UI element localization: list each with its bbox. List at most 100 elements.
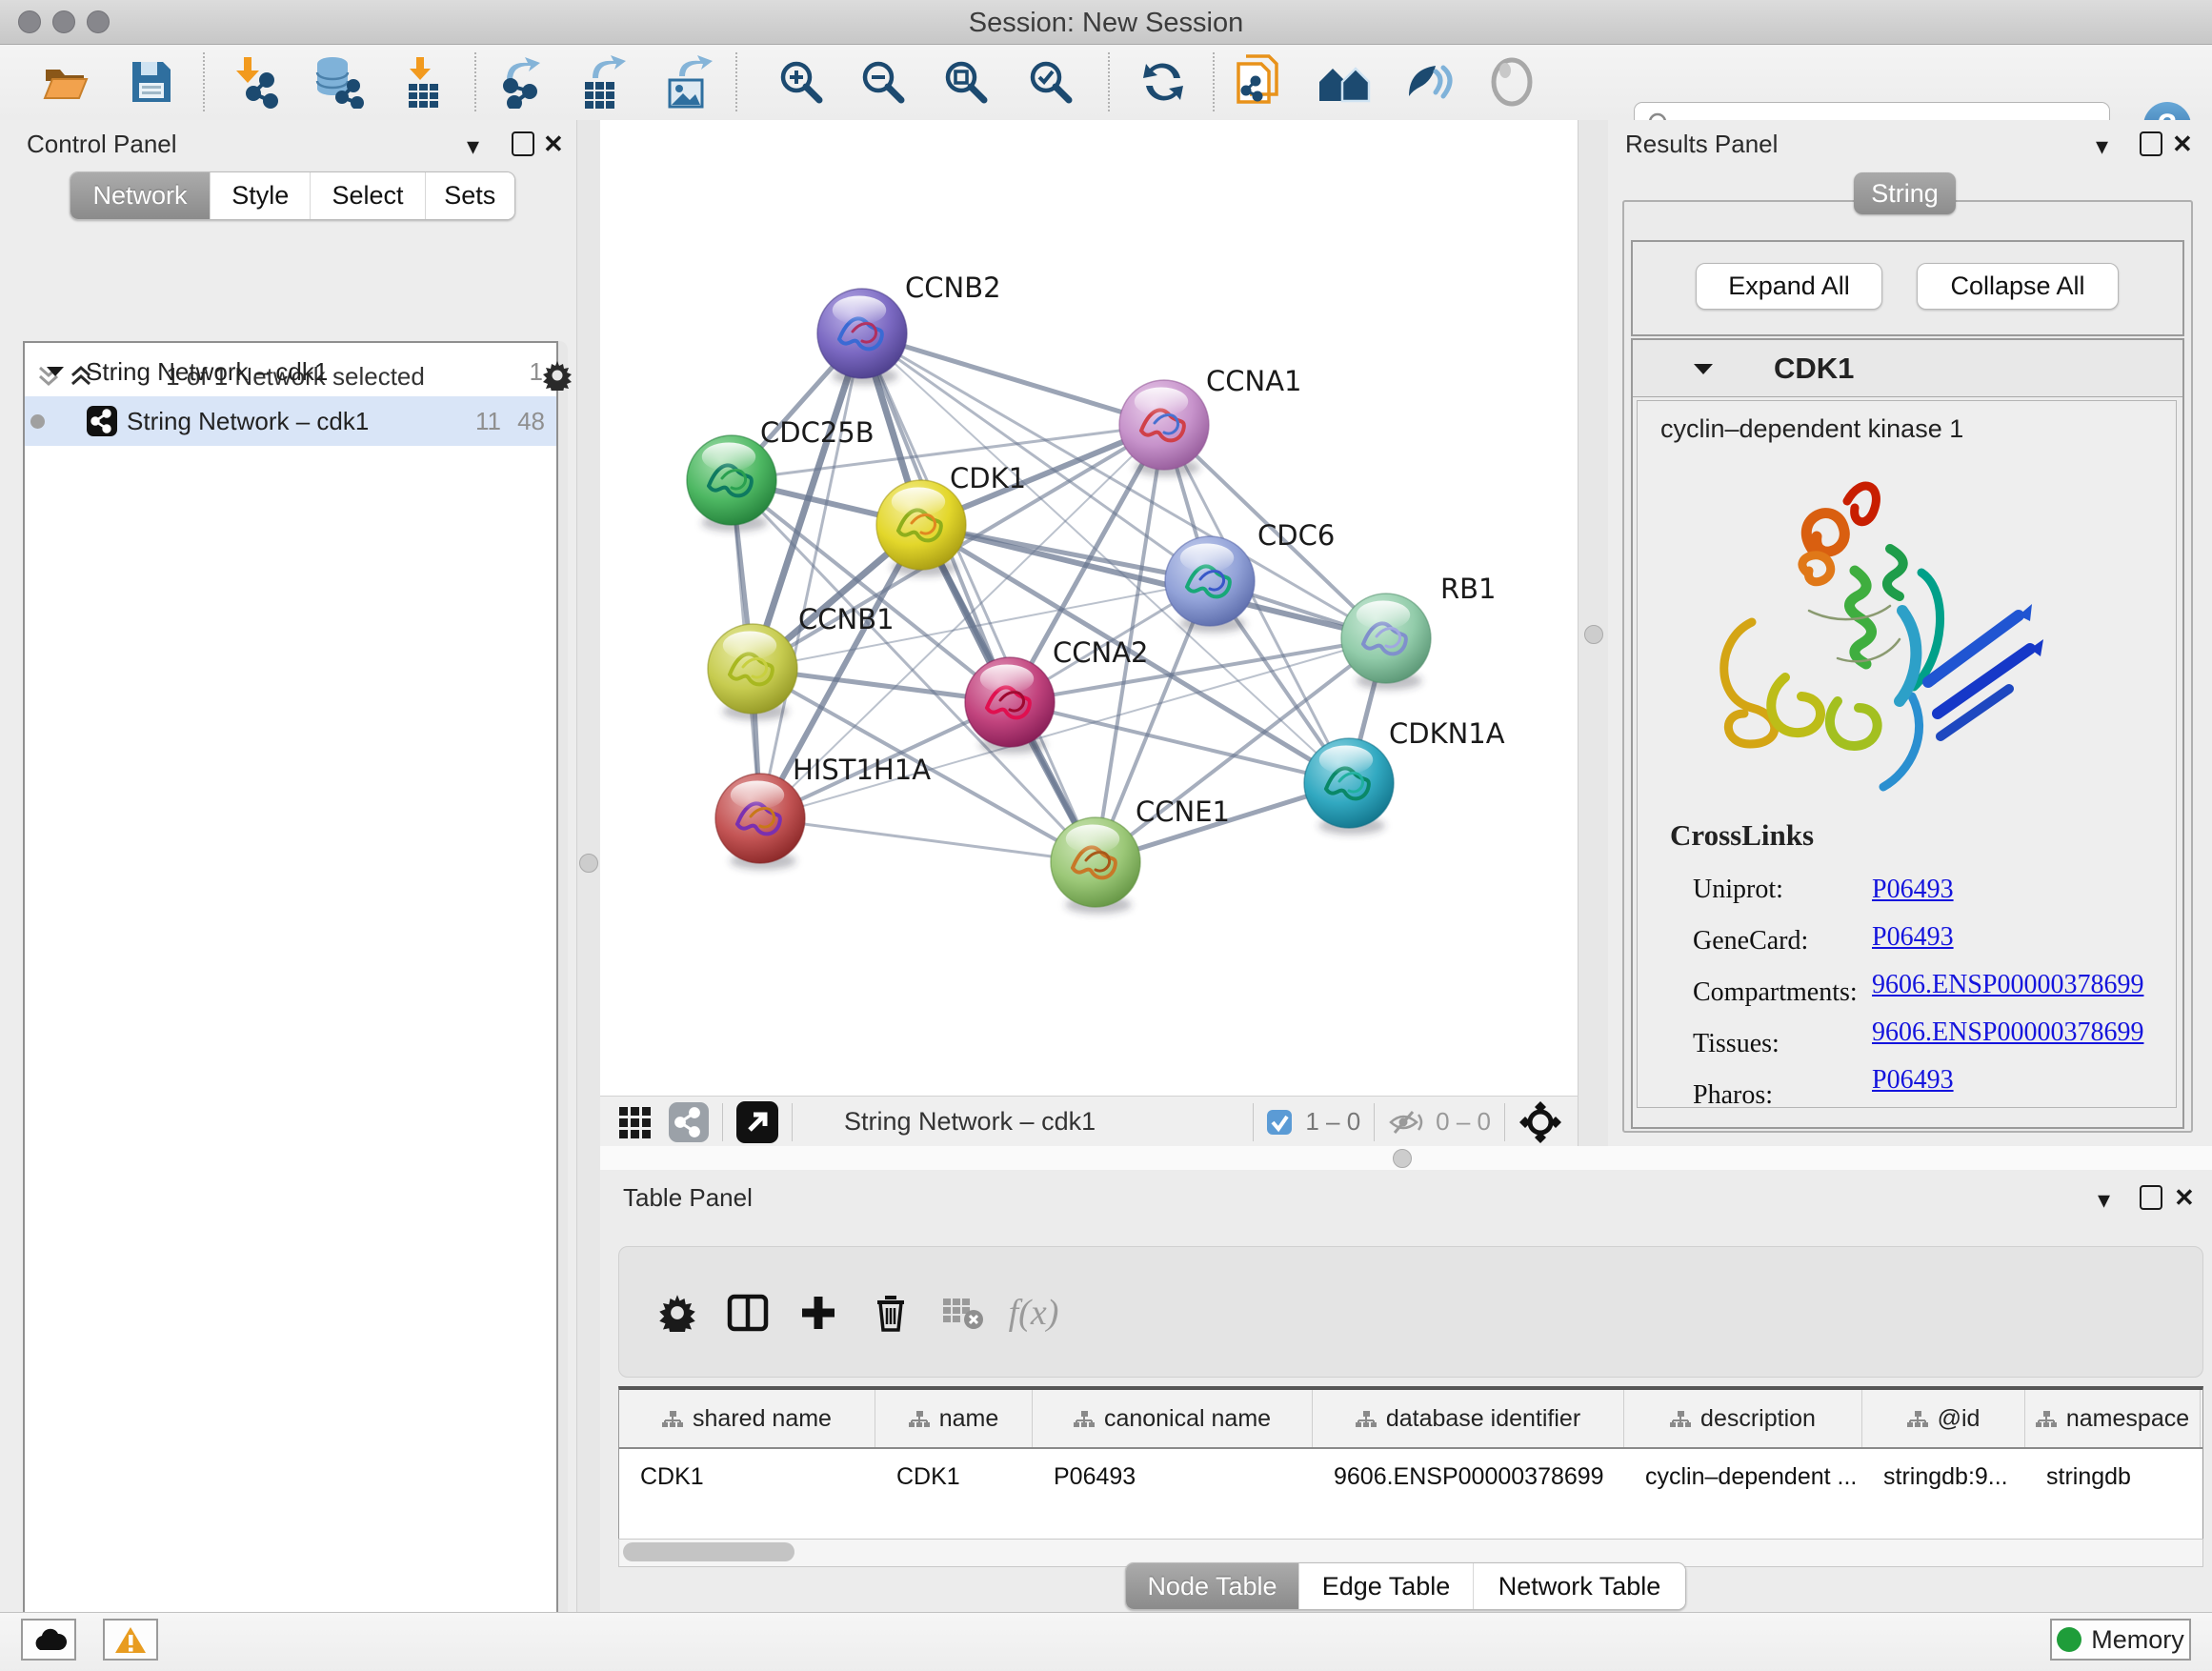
tab-style[interactable]: Style [210, 172, 310, 219]
memory-button[interactable]: Memory [2050, 1619, 2191, 1661]
network-edge-CCNB2-CCNA1[interactable] [862, 333, 1164, 425]
splitter-handle[interactable] [1393, 1149, 1412, 1168]
network-node-CDKN1A[interactable] [1304, 738, 1394, 835]
network-edge-HIST1H1A-CCNE1[interactable] [760, 818, 1096, 862]
zoom-selected-button[interactable] [1023, 54, 1078, 110]
column-header-canonical-name[interactable]: canonical name [1033, 1390, 1313, 1447]
network-node-CDC6[interactable] [1165, 536, 1255, 633]
export-image-button[interactable] [663, 54, 718, 110]
network-graph[interactable]: CCNB2CCNA1CDC25BCDK1CDC6RB1CCNB1CCNA2CDK… [600, 120, 1578, 1096]
gene-section-header[interactable]: CDK1 [1633, 340, 2182, 397]
network-node-RB1[interactable] [1341, 594, 1431, 690]
float-panel-icon[interactable] [2140, 131, 2162, 156]
network-node-HIST1H1A[interactable] [715, 774, 805, 870]
table-cell[interactable]: 9606.ENSP00000378699 [1313, 1449, 1624, 1504]
export-network-button[interactable] [496, 54, 552, 110]
hidden-eye-icon[interactable] [1388, 1109, 1424, 1136]
create-column-button[interactable] [789, 1283, 848, 1342]
network-node-CCNA1[interactable] [1119, 380, 1209, 476]
close-panel-icon[interactable]: ✕ [543, 131, 564, 156]
network-from-selection-button[interactable] [1233, 54, 1288, 110]
caret-down-icon[interactable] [46, 364, 65, 379]
crosslink-value[interactable]: P06493 [1872, 866, 1954, 914]
eye-waves-icon [1403, 58, 1457, 106]
table-settings-button[interactable] [648, 1283, 707, 1342]
vertical-splitter[interactable] [576, 120, 602, 1612]
apply-layout-button[interactable] [1136, 54, 1191, 110]
crosslink-value[interactable]: P06493 [1872, 1057, 1954, 1104]
crosslink-value[interactable]: 9606.ENSP00000378699 [1872, 961, 2143, 1009]
delete-column-button[interactable] [861, 1283, 920, 1342]
vertical-splitter[interactable] [1578, 120, 1610, 1146]
detach-view-icon[interactable] [736, 1101, 778, 1143]
network-edge-CCNA2-CDKN1A[interactable] [1010, 702, 1349, 783]
network-node-CDC25B[interactable] [687, 435, 776, 532]
sphere-style-toggle[interactable] [1484, 54, 1539, 110]
panel-menu-icon[interactable]: ▾ [2098, 1187, 2110, 1212]
tab-string[interactable]: String [1854, 172, 1956, 214]
zoom-fit-button[interactable] [938, 54, 994, 110]
grid-view-icon[interactable] [617, 1103, 655, 1141]
tab-edge-table[interactable]: Edge Table [1298, 1563, 1473, 1609]
birdseye-crosshair-icon[interactable] [1518, 1100, 1562, 1144]
save-session-button[interactable] [124, 54, 179, 110]
delete-table-button[interactable] [934, 1283, 993, 1342]
crosslink-value[interactable]: P06493 [1872, 914, 1954, 961]
close-panel-icon[interactable]: ✕ [2172, 131, 2193, 156]
table-cell[interactable]: P06493 [1033, 1449, 1313, 1504]
float-panel-icon[interactable] [512, 131, 534, 156]
expand-all-button[interactable]: Expand All [1696, 263, 1882, 310]
network-row[interactable]: String Network – cdk1 11 48 [25, 396, 556, 446]
float-panel-icon[interactable] [2140, 1185, 2162, 1210]
enhanced-graphics-toggle[interactable] [1402, 54, 1458, 110]
caret-down-icon[interactable] [1692, 360, 1715, 377]
warnings-button[interactable] [103, 1619, 158, 1661]
table-cell[interactable]: CDK1 [875, 1449, 1033, 1504]
tab-sets[interactable]: Sets [425, 172, 514, 219]
node-label-CDC25B: CDC25B [760, 416, 875, 449]
tab-network-table[interactable]: Network Table [1473, 1563, 1685, 1609]
import-network-from-file-button[interactable] [231, 54, 286, 110]
table-cell[interactable]: stringdb [2025, 1449, 2201, 1504]
import-table-from-file-button[interactable] [396, 54, 452, 110]
column-header-shared-name[interactable]: shared name [619, 1390, 875, 1447]
network-view-icon[interactable] [669, 1102, 709, 1142]
zoom-in-button[interactable] [774, 54, 829, 110]
horizontal-splitter[interactable] [600, 1146, 2212, 1171]
tab-network[interactable]: Network [70, 172, 210, 219]
column-header-database-identifier[interactable]: database identifier [1313, 1390, 1624, 1447]
selected-count: 1 – 0 [1305, 1107, 1360, 1137]
open-session-button[interactable] [38, 54, 93, 110]
export-table-button[interactable] [578, 54, 633, 110]
splitter-handle[interactable] [1584, 625, 1603, 644]
function-builder-button[interactable]: f(x) [1004, 1283, 1063, 1342]
table-cell[interactable]: stringdb:9... [1862, 1449, 2025, 1504]
scrollbar-thumb[interactable] [623, 1542, 794, 1561]
close-panel-icon[interactable]: ✕ [2174, 1185, 2195, 1210]
zoom-out-button[interactable] [855, 54, 911, 110]
network-node-CCNE1[interactable] [1051, 817, 1140, 914]
table-row[interactable]: CDK1CDK1P064939606.ENSP00000378699cyclin… [619, 1449, 2202, 1504]
panel-menu-icon[interactable]: ▾ [467, 133, 479, 158]
table-cell[interactable]: CDK1 [619, 1449, 875, 1504]
splitter-handle[interactable] [579, 854, 598, 873]
column-header--id[interactable]: @id [1862, 1390, 2025, 1447]
cloud-status-button[interactable] [21, 1619, 76, 1661]
table-cell[interactable]: cyclin–dependent ... [1624, 1449, 1862, 1504]
string-home-button[interactable] [1317, 54, 1373, 110]
node-label-CCNA2: CCNA2 [1053, 636, 1148, 669]
tab-node-table[interactable]: Node Table [1126, 1563, 1298, 1609]
column-header-description[interactable]: description [1624, 1390, 1862, 1447]
collapse-all-button[interactable]: Collapse All [1917, 263, 2119, 310]
network-edge-CCNB2-HIST1H1A[interactable] [760, 333, 862, 818]
column-header-name[interactable]: name [875, 1390, 1033, 1447]
show-columns-button[interactable] [718, 1283, 777, 1342]
column-header-namespace[interactable]: namespace [2025, 1390, 2201, 1447]
panel-menu-icon[interactable]: ▾ [2096, 133, 2108, 158]
crosslink-value[interactable]: 9606.ENSP00000378699 [1872, 1009, 2143, 1057]
network-canvas[interactable]: CCNB2CCNA1CDC25BCDK1CDC6RB1CCNB1CCNA2CDK… [600, 120, 1578, 1096]
network-collection-row[interactable]: String Network – cdk1 1 [25, 347, 556, 396]
tab-select[interactable]: Select [310, 172, 424, 219]
selected-checkbox-icon[interactable] [1267, 1110, 1292, 1135]
import-network-from-database-button[interactable] [311, 54, 366, 110]
